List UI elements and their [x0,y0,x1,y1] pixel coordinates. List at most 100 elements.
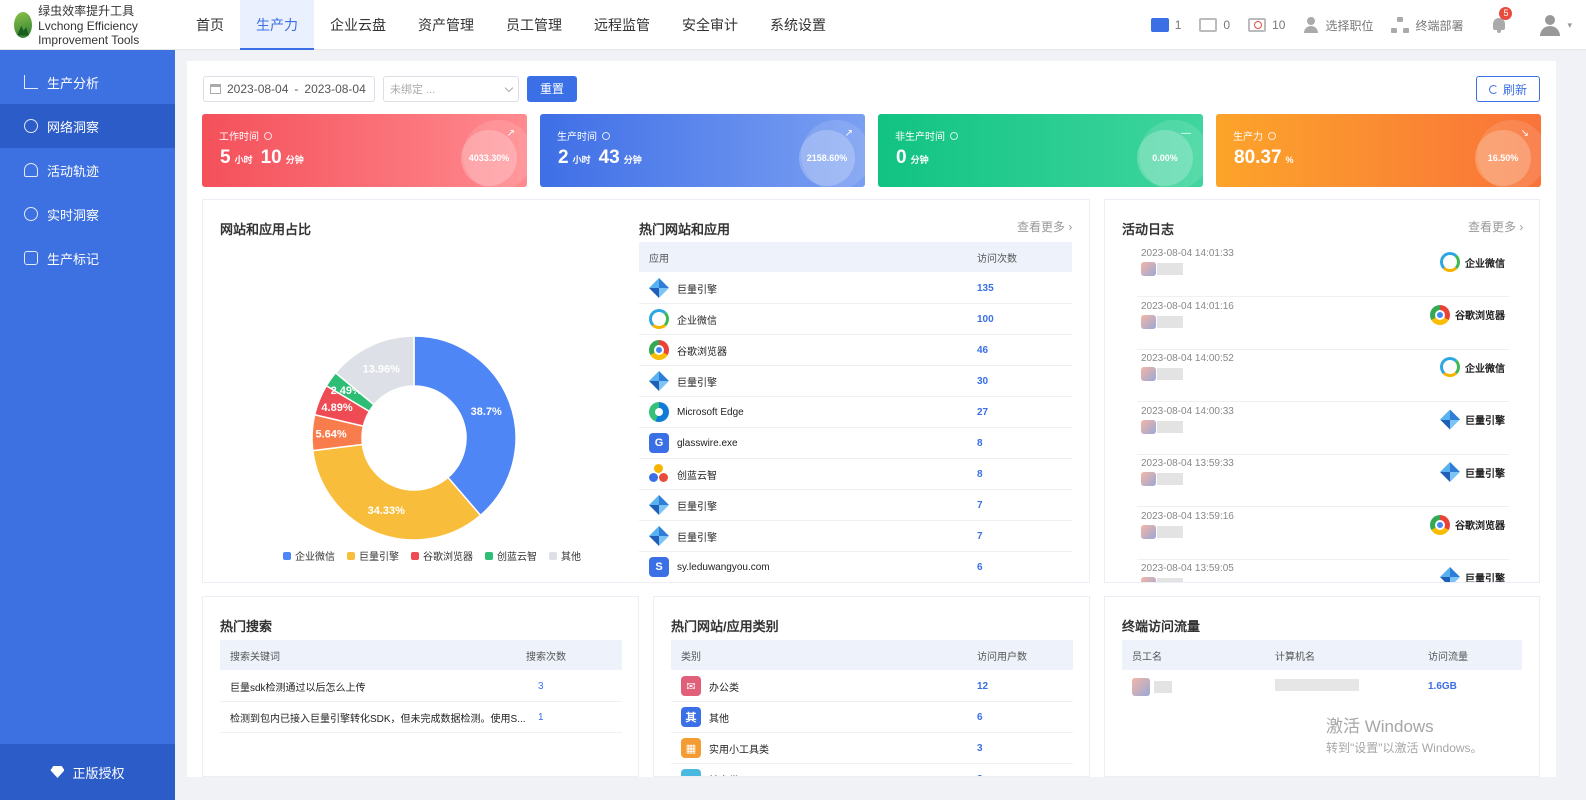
date-range-picker[interactable]: 2023-08-04 - 2023-08-04 [203,76,375,102]
user-menu[interactable]: ▾ [1539,14,1572,36]
tag-icon [24,251,38,265]
traffic-title: 终端访问流量 [1122,619,1201,634]
table-row[interactable]: ▦ 实用小工具类 3 [671,733,1073,764]
visit-count: 7 [977,499,983,511]
user-count: 6 [977,711,983,723]
user-count: 3 [977,742,983,754]
app-cell: 谷歌浏览器 [639,340,977,360]
sidebar-item-production-tag[interactable]: 生产标记 [0,236,175,280]
col-user-count: 访问用户数 [977,651,1027,663]
app-logo[interactable]: 绿虫效率提升工具 Lvchong Efficiency Improvement … [0,0,180,50]
sidebar-item-network-insight[interactable]: 网络洞察 [0,104,175,148]
realtime-icon [24,207,38,221]
person-icon [1303,17,1319,33]
nav-assets[interactable]: 资产管理 [402,0,490,50]
license-button[interactable]: 正版授权 [0,744,175,800]
list-item[interactable]: 2023-08-04 14:00:33 巨量引擎 [1137,403,1509,455]
notifications-button[interactable]: 5 [1491,7,1513,34]
table-row[interactable]: 其其他 6 [671,702,1073,733]
sidebar-item-activity-trail[interactable]: 活动轨迹 [0,148,175,192]
hot-apps-more-link[interactable]: 查看更多 › [1017,218,1072,235]
table-row[interactable]: 巨量引擎 30 [639,366,1072,397]
table-row[interactable]: ● 社交类 2 [671,764,1073,776]
nav-security-audit[interactable]: 安全审计 [666,0,754,50]
list-item[interactable]: 2023-08-04 13:59:16 谷歌浏览器 [1137,508,1509,560]
windows-activation-watermark: 激活 Windows 转到"设置"以激活 Windows。 [1326,712,1483,756]
blurred-name [1157,578,1183,582]
donut-label: 38.7% [471,406,502,418]
disabled-devices[interactable]: 10 [1248,18,1285,32]
legend-item[interactable]: 企业微信 [283,548,335,563]
legend-item[interactable]: 谷歌浏览器 [411,548,473,563]
table-row[interactable]: 巨量引擎 7 [639,490,1072,521]
list-item[interactable]: 2023-08-04 14:01:16 谷歌浏览器 [1137,298,1509,350]
sidebar-item-production-analysis[interactable]: 生产分析 [0,60,175,104]
table-row[interactable]: 检测到包内已接入巨量引擎转化SDK，但未完成数据检测。使用S... 1 [220,702,622,733]
offline-devices[interactable]: 0 [1199,18,1230,32]
list-item[interactable]: 2023-08-04 14:01:33 企业微信 [1137,245,1509,297]
col-keyword: 搜索关键词 [230,651,280,663]
category-icon: 其 [681,707,701,727]
table-row[interactable]: 巨量sdk检测通过以后怎么上传 3 [220,671,622,702]
table-row[interactable]: ✉ 办公类 12 [671,671,1073,702]
chrome-icon [1430,514,1450,535]
table-row[interactable]: 谷歌浏览器 46 [639,335,1072,366]
avatar [1141,262,1156,276]
app-name: Microsoft Edge [677,406,744,418]
nav-cloud-disk[interactable]: 企业云盘 [314,0,402,50]
nav-settings[interactable]: 系统设置 [754,0,842,50]
app-name: sy.leduwangyou.com [677,561,770,573]
donut-slice[interactable] [311,443,482,540]
bar-chart-icon [24,75,38,89]
refresh-button[interactable]: 刷新 [1475,76,1540,102]
table-row[interactable]: 巨量引擎 7 [639,521,1072,552]
main-nav: 首页 生产力 企业云盘 资产管理 员工管理 远程监管 安全审计 系统设置 [180,0,842,50]
table-row[interactable]: 企业微信 100 [639,304,1072,335]
reset-button[interactable]: 重置 [527,76,578,102]
blurred-name [1157,263,1183,275]
activity-app: 企业微信 [1440,252,1505,272]
list-item[interactable]: 2023-08-04 14:00:52 企业微信 [1137,350,1509,402]
legend-item[interactable]: 创蓝云智 [485,548,537,563]
activity-app: 谷歌浏览器 [1430,304,1505,325]
online-devices[interactable]: 1 [1150,18,1181,32]
table-row[interactable]: Microsoft Edge 27 [639,397,1072,428]
table-row[interactable]: 巨量引擎 135 [639,273,1072,304]
watermark-line1: 激活 Windows [1326,717,1434,736]
table-row[interactable]: Gglasswire.exe 8 [639,428,1072,459]
legend-item[interactable]: 其他 [549,548,581,563]
nav-remote-monitor[interactable]: 远程监管 [578,0,666,50]
category-icon: ● [681,769,701,776]
blurred-computer-name [1275,679,1359,691]
category-cell: ▦ 实用小工具类 [671,738,977,758]
search-keyword: 检测到包内已接入巨量引擎转化SDK，但未完成数据检测。使用S... [230,713,526,725]
activity-app-name: 巨量引擎 [1465,416,1505,427]
nav-productivity[interactable]: 生产力 [240,0,314,50]
table-row[interactable]: Ssy.leduwangyou.com 6 [639,552,1072,583]
date-start: 2023-08-04 [227,82,289,96]
nav-employees[interactable]: 员工管理 [490,0,578,50]
sidebar-item-realtime-insight[interactable]: 实时洞察 [0,192,175,236]
table-row[interactable]: 创蓝云智 8 [639,459,1072,490]
trend-up-icon: ↗ [844,128,853,139]
hot-search-panel: 热门搜索 搜索关键词 搜索次数 巨量sdk检测通过以后怎么上传 3 检测到包内已… [202,596,639,777]
legend-item[interactable]: 巨量引擎 [347,548,399,563]
activity-app-name: 巨量引擎 [1465,573,1505,583]
visit-count: 8 [977,468,983,480]
terminal-deploy-button[interactable]: 终端部署 [1391,17,1463,34]
table-row[interactable]: 1.6GB [1122,671,1522,702]
select-position-button[interactable]: 选择职位 [1303,17,1373,34]
list-item[interactable]: 2023-08-04 13:59:33 巨量引擎 [1137,455,1509,507]
activity-more-link[interactable]: 查看更多 › [1468,218,1523,235]
sidebar-item-label: 活动轨迹 [47,163,100,179]
nav-home[interactable]: 首页 [180,0,240,50]
app-category-panel: 热门网站/应用类别 类别 访问用户数 ✉办公类12其其他6▦实用小工具类3●社交… [653,596,1090,777]
bind-select[interactable]: 未绑定 ... [383,76,519,102]
donut-label: 13.96% [363,363,401,375]
pie-title: 网站和应用占比 [220,222,312,237]
app-name: 创蓝云智 [677,470,717,482]
activity-app: 巨量引擎 [1440,462,1505,482]
list-item[interactable]: 2023-08-04 13:59:05 巨量引擎 [1137,560,1509,583]
category-cell: ● 社交类 [671,769,977,776]
app-name: 巨量引擎 [677,501,717,513]
